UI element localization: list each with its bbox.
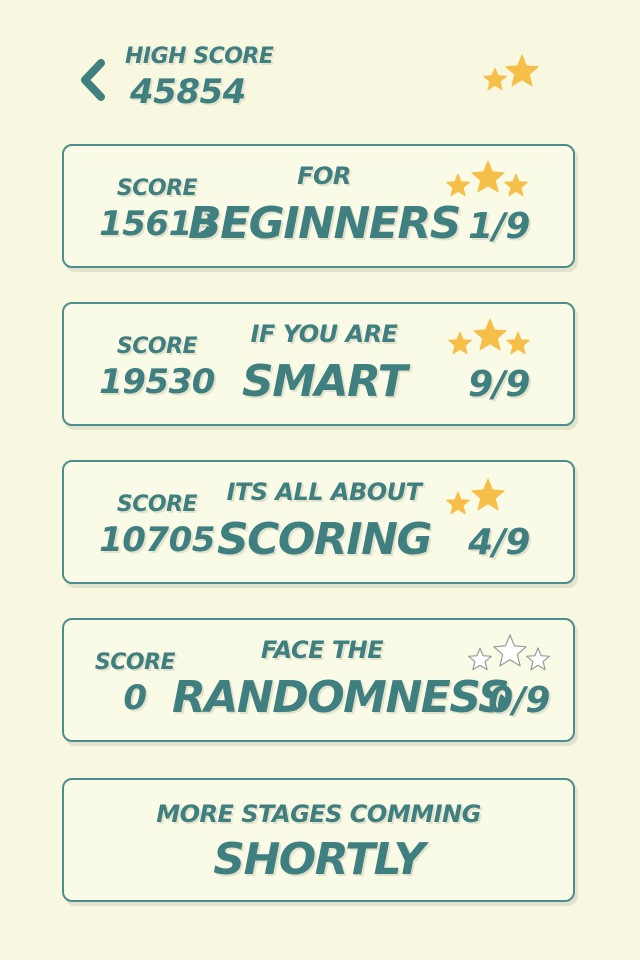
star-icon bbox=[471, 478, 505, 511]
stage-title: SCORING bbox=[216, 514, 433, 565]
stage-title: SMART bbox=[242, 356, 407, 407]
coming-soon-title: SHORTLY bbox=[213, 834, 425, 885]
stage-card-smart[interactable]: SCORE 19530 IF YOU ARE SMART 9/9 bbox=[62, 302, 575, 426]
star-icon bbox=[471, 160, 505, 193]
coming-soon-card: MORE STAGES COMMING SHORTLY bbox=[62, 778, 575, 902]
stage-progress: 0/9 bbox=[488, 680, 550, 721]
star-icon bbox=[448, 331, 472, 355]
star-icon bbox=[505, 54, 539, 87]
stage-card-beginners[interactable]: SCORE 15619 FOR BEGINNERS 1/9 bbox=[62, 144, 575, 268]
stage-subtitle: FOR bbox=[297, 162, 351, 190]
star-outline-icon bbox=[468, 647, 492, 671]
high-score-label: HIGH SCORE bbox=[125, 44, 274, 69]
back-button[interactable] bbox=[72, 58, 112, 102]
star-outline-icon bbox=[526, 647, 550, 671]
stage-subtitle: IF YOU ARE bbox=[250, 320, 398, 348]
stage-card-randomness[interactable]: SCORE 0 FACE THE RANDOMNESS 0/9 bbox=[62, 618, 575, 742]
stage-progress: 1/9 bbox=[468, 206, 530, 247]
stage-stars bbox=[446, 160, 528, 197]
stage-stars bbox=[468, 634, 550, 671]
chevron-left-icon bbox=[81, 59, 105, 101]
coming-soon-subtitle: MORE STAGES COMMING bbox=[156, 800, 481, 828]
star-icon bbox=[504, 173, 528, 197]
star-icon bbox=[483, 67, 507, 91]
star-icon bbox=[473, 318, 507, 351]
high-score-stars bbox=[483, 54, 539, 91]
star-icon bbox=[446, 173, 470, 197]
star-icon bbox=[506, 331, 530, 355]
stage-card-scoring[interactable]: SCORE 10705 ITS ALL ABOUT SCORING 4/9 bbox=[62, 460, 575, 584]
stage-title: RANDOMNESS bbox=[172, 672, 510, 723]
stage-title: BEGINNERS bbox=[188, 198, 461, 249]
stage-subtitle: FACE THE bbox=[260, 636, 384, 664]
stage-subtitle: ITS ALL ABOUT bbox=[226, 478, 422, 506]
stage-stars bbox=[446, 478, 505, 515]
stage-progress: 4/9 bbox=[468, 522, 530, 563]
star-outline-icon bbox=[493, 634, 527, 667]
high-score-value: 45854 bbox=[130, 72, 246, 112]
stage-progress: 9/9 bbox=[468, 364, 530, 405]
star-icon bbox=[446, 491, 470, 515]
stage-stars bbox=[448, 318, 530, 355]
